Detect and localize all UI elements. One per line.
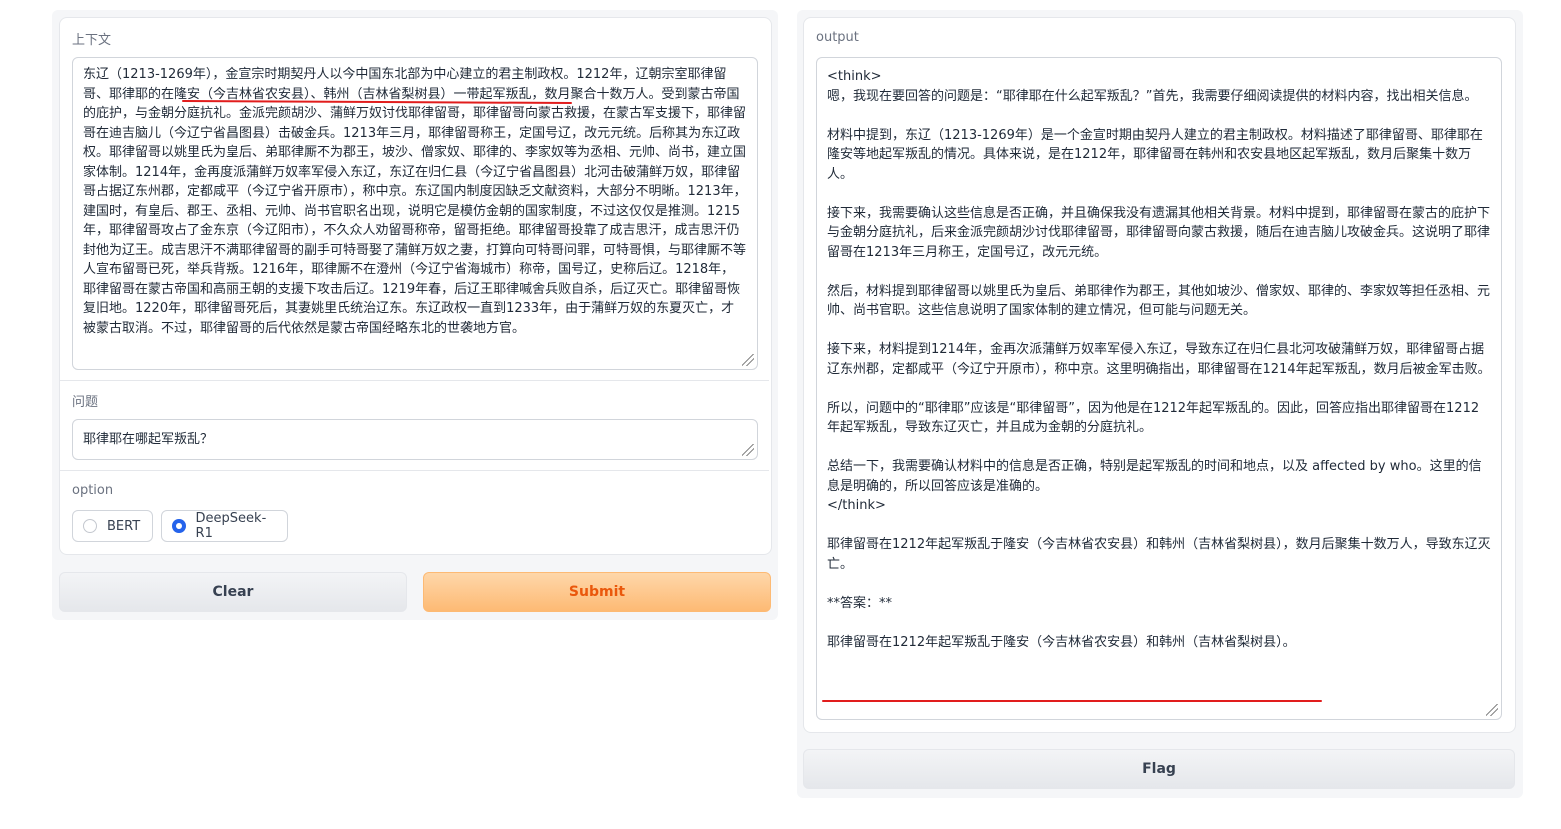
output-textarea[interactable]: <think> 嗯，我现在要回答的问题是：“耶律耶在什么起军叛乱？”首先，我需要… xyxy=(816,57,1502,720)
divider xyxy=(60,470,769,471)
radio-label: BERT xyxy=(107,518,141,534)
radio-option-deepseek-r1[interactable]: DeepSeek-R1 xyxy=(161,510,288,542)
radio-selected-icon xyxy=(172,519,186,533)
question-resize-handle[interactable] xyxy=(742,444,754,456)
radio-unselected-icon xyxy=(83,519,97,533)
flag-button[interactable]: Flag xyxy=(803,749,1515,789)
question-label: 问题 xyxy=(72,395,99,410)
output-resize-handle[interactable] xyxy=(1486,704,1498,716)
divider xyxy=(60,380,769,381)
context-textarea[interactable]: 东辽（1213-1269年），金宣宗时期契丹人以今中国东北部为中心建立的君主制政… xyxy=(72,57,758,370)
output-underline-annotation xyxy=(822,700,1322,702)
clear-button[interactable]: Clear xyxy=(59,572,407,612)
option-label: option xyxy=(72,483,114,498)
radio-option-bert[interactable]: BERT xyxy=(72,510,153,542)
submit-button[interactable]: Submit xyxy=(423,572,771,612)
output-label: output xyxy=(816,30,859,45)
question-input[interactable]: 耶律耶在哪起军叛乱？ xyxy=(72,419,758,460)
context-resize-handle[interactable] xyxy=(742,354,754,366)
radio-label: DeepSeek-R1 xyxy=(195,511,267,541)
context-label: 上下文 xyxy=(72,33,112,48)
